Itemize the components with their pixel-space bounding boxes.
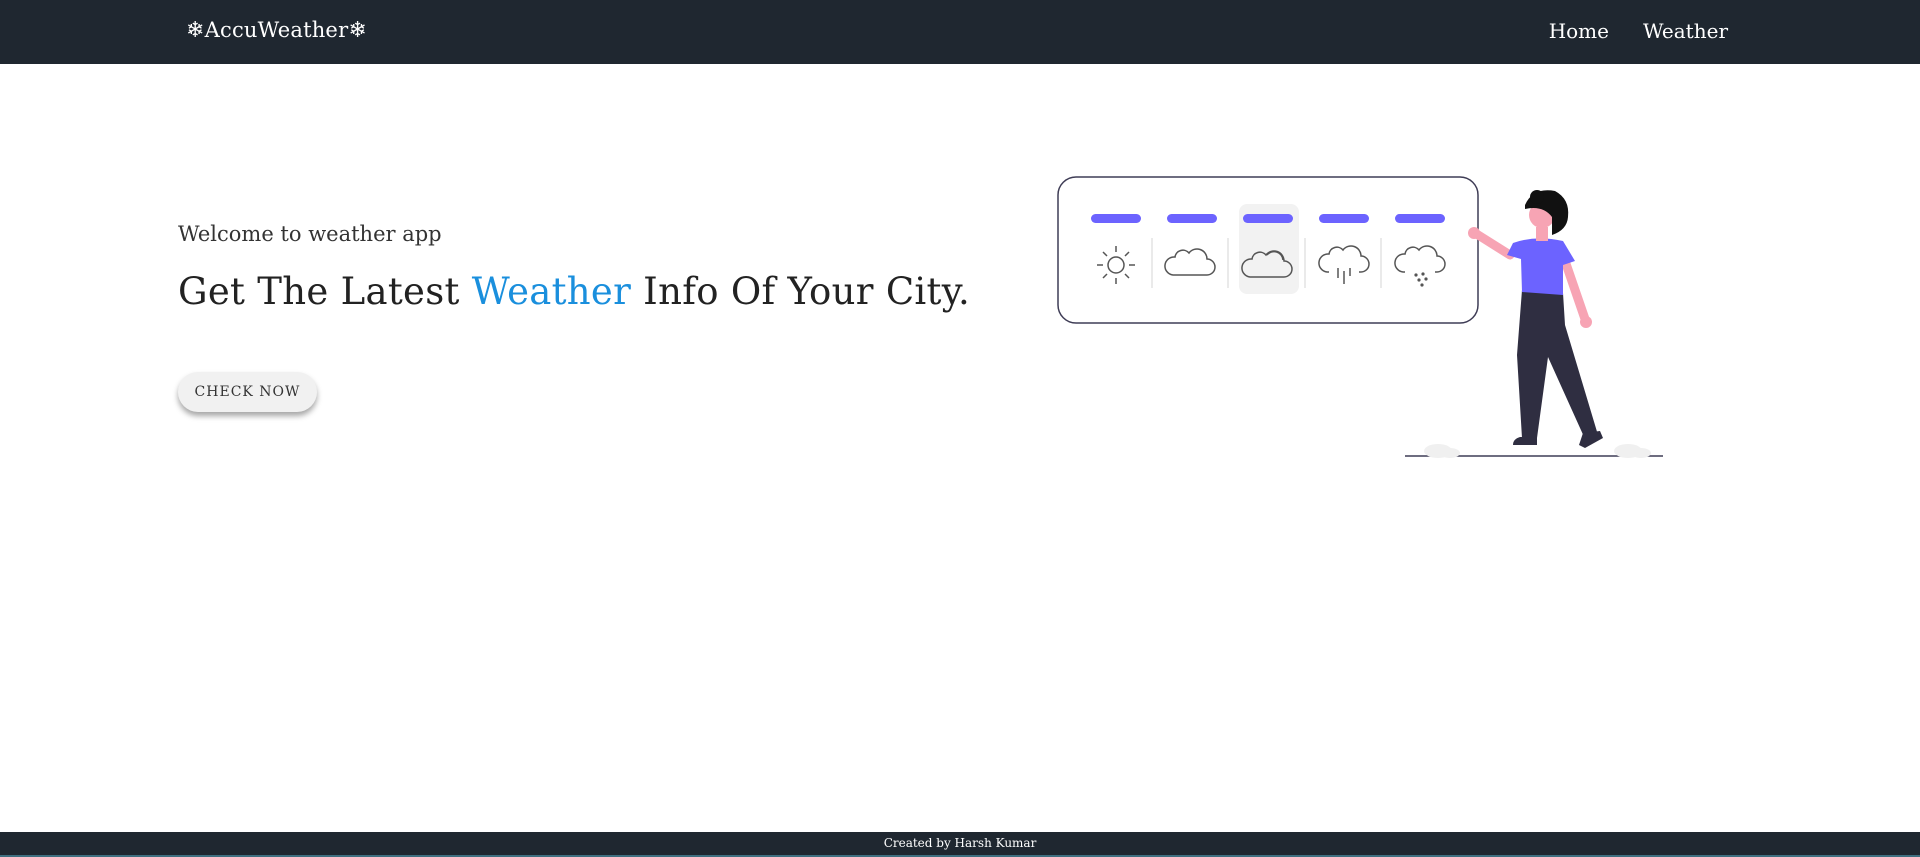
headline-accent: Weather [471,270,632,313]
nav-link-home[interactable]: Home [1549,19,1609,43]
headline-part: Get The Latest [178,270,472,313]
welcome-text: Welcome to weather app [178,222,442,246]
top-navbar: ❄AccuWeather❄ Home Weather [0,0,1920,64]
brand-logo-link[interactable]: ❄AccuWeather❄ [186,18,367,43]
check-now-button[interactable]: CHECK NOW [178,372,317,412]
hero-headline: Get The Latest Weather Info Of Your City… [178,270,970,313]
weather-illustration [1057,176,1663,458]
snowflake-icon: ❄ [348,18,367,43]
nav-link-weather[interactable]: Weather [1643,19,1728,43]
headline-part: Info Of Your City. [631,270,971,313]
brand-name: AccuWeather [204,18,349,42]
snowflake-icon: ❄ [186,18,205,43]
woman-figure [1468,190,1603,448]
nav-links: Home Weather [1549,19,1728,43]
footer-credit: Created by Harsh Kumar [883,836,1037,850]
hero-text: Welcome to weather app Get The Latest We… [178,222,970,313]
footer: Created by Harsh Kumar [0,832,1920,857]
